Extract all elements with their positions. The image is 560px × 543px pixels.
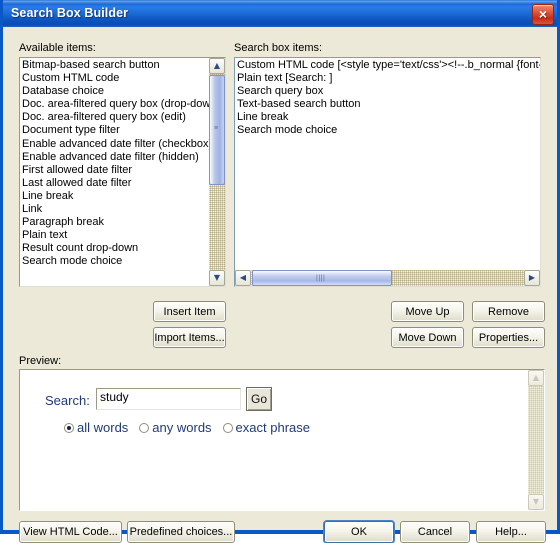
search-box-list-item[interactable]: Line break [237,111,540,124]
searchbox-hscroll-grip: |||| [316,275,326,282]
searchbox-scroll-right-button[interactable]: ▶ [524,270,540,286]
close-icon: × [538,6,548,22]
available-list-item[interactable]: Plain text [22,229,220,242]
available-list-item[interactable]: Enable advanced date filter (hidden) [22,151,220,164]
preview-panel: Search: study Go all words any words exact… [19,369,545,511]
preview-label: Preview: [19,355,62,367]
move-up-label: Move Up [405,306,450,318]
move-down-label: Move Down [398,332,457,344]
predefined-choices-label: Predefined choices... [129,526,233,538]
move-up-button[interactable]: Move Up [391,301,464,322]
available-items-list[interactable]: Bitmap-based search button Custom HTML co… [20,58,220,269]
available-items-label: Available items: [19,42,96,54]
ok-button[interactable]: OK [324,521,394,543]
cancel-button[interactable]: Cancel [400,521,470,543]
search-box-list-item[interactable]: Plain text [Search: ] [237,72,540,85]
dialog-client-area: Available items: Bitmap-based search but… [3,27,557,543]
chevron-down-icon: ▼ [532,497,540,506]
available-items-listbox[interactable]: Bitmap-based search button Custom HTML co… [19,57,226,287]
remove-button[interactable]: Remove [472,301,545,322]
search-box-list-item[interactable]: Text-based search button [237,98,540,111]
radio-any-words-icon[interactable] [139,423,150,433]
preview-search-mode-group[interactable]: all words any words exact phrase [64,420,321,435]
available-list-item[interactable]: First allowed date filter [22,164,220,177]
radio-all-words-icon[interactable] [64,423,74,433]
radio-any-words-label[interactable]: any words [152,420,211,435]
search-box-items-listbox[interactable]: Custom HTML code [<style type='text/css'… [234,57,541,287]
available-list-item[interactable]: Paragraph break [22,216,220,229]
radio-exact-phrase-icon[interactable] [222,423,233,433]
available-list-item[interactable]: Custom HTML code [22,72,220,85]
search-box-list-item[interactable]: Custom HTML code [<style type='text/css'… [237,59,540,72]
available-vscroll-thumb[interactable]: ≡ [209,75,225,185]
view-html-code-button[interactable]: View HTML Code... [19,521,122,543]
chevron-down-icon: ▼ [213,273,221,282]
available-vscrollbar[interactable]: ▲ ≡ ▼ [209,58,225,286]
search-box-items-label: Search box items: [234,42,323,54]
move-down-button[interactable]: Move Down [391,327,464,348]
preview-vscrollbar: ▲ ▼ [528,370,544,510]
available-list-item[interactable]: Doc. area-filtered query box (drop-down) [22,98,220,111]
available-vscroll-grip: ≡ [214,125,219,132]
predefined-choices-button[interactable]: Predefined choices... [127,521,235,543]
help-button[interactable]: Help... [476,521,546,543]
available-list-item[interactable]: Result count drop-down [22,242,220,255]
chevron-left-icon: ◀ [239,273,247,282]
properties-label: Properties... [478,332,539,344]
close-button[interactable]: × [532,4,554,25]
preview-vscroll-track [528,386,544,494]
search-box-items-list[interactable]: Custom HTML code [<style type='text/css'… [235,58,540,138]
search-box-list-item[interactable]: Search mode choice [237,124,540,137]
import-items-label: Import Items... [154,332,225,344]
ok-label: OK [351,526,367,538]
titlebar-gloss [3,1,557,4]
insert-item-button[interactable]: Insert Item [153,301,226,322]
searchbox-scroll-left-button[interactable]: ◀ [235,270,251,286]
available-list-item[interactable]: Line break [22,190,220,203]
preview-go-button[interactable]: Go [246,387,272,411]
available-list-item[interactable]: Last allowed date filter [22,177,220,190]
title-bar[interactable]: Search Box Builder × [3,0,557,27]
searchbox-hscrollbar[interactable]: ◀ |||| ▶ [235,270,540,286]
radio-all-words-label[interactable]: all words [77,420,128,435]
window-title: Search Box Builder [11,6,129,20]
available-list-item[interactable]: Search mode choice [22,255,220,268]
available-list-item[interactable]: Link [22,203,220,216]
preview-search-label: Search: [45,393,90,408]
preview-go-label: Go [250,392,267,406]
import-items-button[interactable]: Import Items... [153,327,226,348]
available-scroll-down-button[interactable]: ▼ [209,270,225,286]
available-scroll-up-button[interactable]: ▲ [209,58,225,74]
chevron-right-icon: ▶ [528,273,536,282]
available-list-item[interactable]: Enable advanced date filter (checkbox) [22,138,220,151]
help-label: Help... [495,526,527,538]
available-list-item[interactable]: Bitmap-based search button [22,59,220,72]
preview-scroll-up-button: ▲ [528,370,544,386]
available-list-item[interactable]: Document type filter [22,124,220,137]
chevron-up-icon: ▲ [532,373,540,382]
preview-content: Search: study Go all words any words exact… [20,370,544,510]
searchbox-hscroll-thumb[interactable]: |||| [252,270,392,286]
chevron-up-icon: ▲ [213,61,221,70]
cancel-label: Cancel [417,526,453,538]
properties-button[interactable]: Properties... [472,327,545,348]
search-box-list-item[interactable]: Search query box [237,85,540,98]
remove-label: Remove [488,306,529,318]
preview-search-input[interactable]: study [96,388,241,410]
radio-exact-phrase-label[interactable]: exact phrase [236,420,310,435]
preview-scroll-down-button: ▼ [528,494,544,510]
search-box-builder-dialog: Search Box Builder × Available items: Bi… [0,0,560,543]
view-html-code-label: View HTML Code... [23,526,118,538]
available-list-item[interactable]: Database choice [22,85,220,98]
available-list-item[interactable]: Doc. area-filtered query box (edit) [22,111,220,124]
insert-item-label: Insert Item [163,306,216,318]
